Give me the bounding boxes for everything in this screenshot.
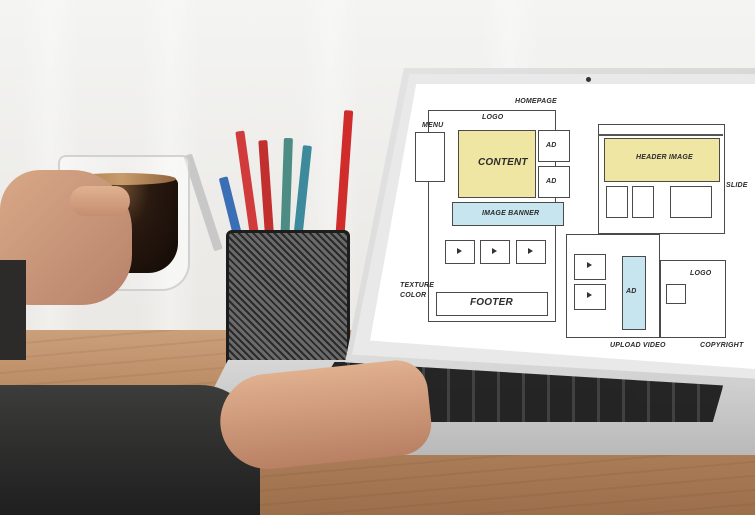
browser-bar <box>598 134 723 136</box>
left-sleeve <box>0 260 26 360</box>
content-label: CONTENT <box>478 157 528 168</box>
video-thumb <box>574 284 606 310</box>
header-image-label: HEADER IMAGE <box>636 154 693 161</box>
video-thumb <box>574 254 606 280</box>
left-thumb <box>70 186 130 216</box>
image-banner-label: IMAGE BANNER <box>482 210 540 217</box>
logo-label-2: LOGO <box>690 270 712 277</box>
video-thumb <box>445 240 475 264</box>
texture-label: TEXTURE <box>400 282 435 289</box>
color-label: COLOR <box>400 292 427 299</box>
thumb-box <box>632 186 654 218</box>
ad-label-3: AD <box>626 288 637 295</box>
slide-label: SLIDE <box>726 182 748 189</box>
mesh-pencil-cup <box>226 230 350 376</box>
photo-scene: HOMEPAGE LOGO MENU CONTENT AD AD IMAGE B… <box>0 0 755 515</box>
logo-label: LOGO <box>482 114 504 121</box>
upload-video-label: UPLOAD VIDEO <box>610 342 666 349</box>
menu-box <box>415 132 445 182</box>
ad-label-1: AD <box>546 142 557 149</box>
menu-label: MENU <box>422 122 444 129</box>
laptop-screen: HOMEPAGE LOGO MENU CONTENT AD AD IMAGE B… <box>370 84 755 369</box>
ad-label-2: AD <box>546 178 557 185</box>
copyright-label: COPYRIGHT <box>700 342 744 349</box>
right-sleeve <box>0 385 260 515</box>
video-thumb <box>480 240 510 264</box>
footer-label: FOOTER <box>470 297 513 308</box>
logo-image-box <box>666 284 686 304</box>
thumb-box <box>606 186 628 218</box>
homepage-title: HOMEPAGE <box>515 98 557 105</box>
video-thumb <box>516 240 546 264</box>
webcam <box>586 77 591 82</box>
thumb-box <box>670 186 712 218</box>
